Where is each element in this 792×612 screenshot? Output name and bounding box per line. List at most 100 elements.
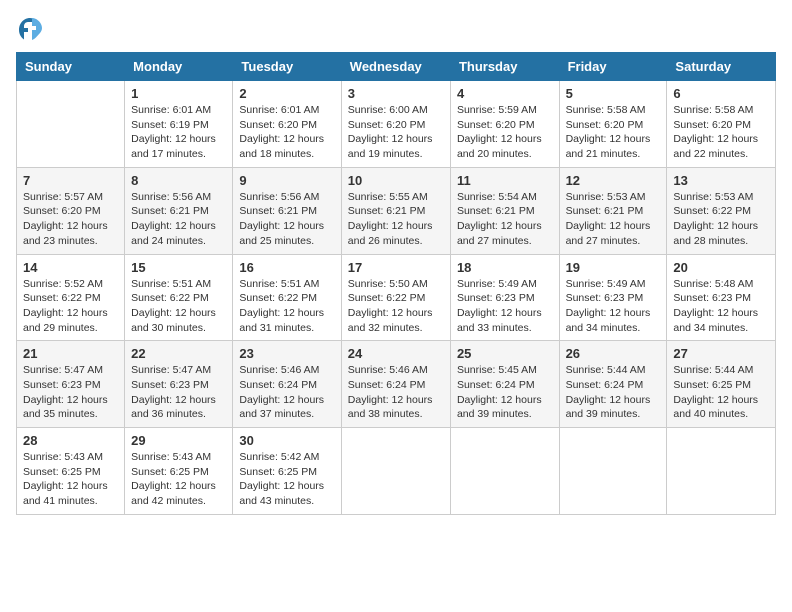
- day-cell: 17 Sunrise: 5:50 AM Sunset: 6:22 PM Dayli…: [341, 254, 450, 341]
- day-info: Sunrise: 5:43 AM Sunset: 6:25 PM Dayligh…: [131, 450, 226, 509]
- day-cell: 3Sunrise: 6:00 AM Sunset: 6:20 PM Daylig…: [341, 81, 450, 168]
- day-cell: 7 Sunrise: 5:57 AM Sunset: 6:20 PM Daylig…: [17, 167, 125, 254]
- day-number: 25: [457, 346, 553, 361]
- day-cell: 11 Sunrise: 5:54 AM Sunset: 6:21 PM Dayli…: [450, 167, 559, 254]
- day-cell: 2 Sunrise: 6:01 AM Sunset: 6:20 PM Daylig…: [233, 81, 341, 168]
- day-info: Sunrise: 5:57 AM Sunset: 6:20 PM Dayligh…: [23, 190, 118, 249]
- day-number: 15: [131, 260, 226, 275]
- day-number: 22: [131, 346, 226, 361]
- day-info: Sunrise: 6:01 AM Sunset: 6:20 PM Dayligh…: [239, 103, 334, 162]
- day-cell: [341, 428, 450, 515]
- day-number: 1: [131, 86, 226, 101]
- day-info: Sunrise: 5:49 AM Sunset: 6:23 PM Dayligh…: [457, 277, 553, 336]
- day-cell: 15 Sunrise: 5:51 AM Sunset: 6:22 PM Dayli…: [125, 254, 233, 341]
- day-info: Sunrise: 5:49 AM Sunset: 6:23 PM Dayligh…: [566, 277, 661, 336]
- day-cell: 10 Sunrise: 5:55 AM Sunset: 6:21 PM Dayli…: [341, 167, 450, 254]
- week-row-3: 21 Sunrise: 5:47 AM Sunset: 6:23 PM Dayli…: [17, 341, 776, 428]
- day-info: Sunrise: 5:52 AM Sunset: 6:22 PM Dayligh…: [23, 277, 118, 336]
- day-number: 14: [23, 260, 118, 275]
- day-number: 7: [23, 173, 118, 188]
- day-number: 9: [239, 173, 334, 188]
- day-number: 10: [348, 173, 444, 188]
- day-info: Sunrise: 5:46 AM Sunset: 6:24 PM Dayligh…: [348, 363, 444, 422]
- day-info: Sunrise: 5:51 AM Sunset: 6:22 PM Dayligh…: [131, 277, 226, 336]
- day-number: 18: [457, 260, 553, 275]
- day-number: 12: [566, 173, 661, 188]
- day-info: Sunrise: 5:47 AM Sunset: 6:23 PM Dayligh…: [23, 363, 118, 422]
- day-cell: 12 Sunrise: 5:53 AM Sunset: 6:21 PM Dayli…: [559, 167, 667, 254]
- day-info: Sunrise: 5:53 AM Sunset: 6:22 PM Dayligh…: [673, 190, 769, 249]
- day-number: 2: [239, 86, 334, 101]
- day-cell: 13 Sunrise: 5:53 AM Sunset: 6:22 PM Dayli…: [667, 167, 776, 254]
- calendar-table: SundayMondayTuesdayWednesdayThursdayFrid…: [16, 52, 776, 515]
- day-number: 13: [673, 173, 769, 188]
- day-number: 26: [566, 346, 661, 361]
- day-cell: [667, 428, 776, 515]
- page-header: [16, 16, 776, 44]
- logo: [16, 16, 48, 44]
- day-cell: 9 Sunrise: 5:56 AM Sunset: 6:21 PM Daylig…: [233, 167, 341, 254]
- day-cell: 20 Sunrise: 5:48 AM Sunset: 6:23 PM Dayli…: [667, 254, 776, 341]
- day-cell: 25 Sunrise: 5:45 AM Sunset: 6:24 PM Dayli…: [450, 341, 559, 428]
- day-cell: 19 Sunrise: 5:49 AM Sunset: 6:23 PM Dayli…: [559, 254, 667, 341]
- week-row-2: 14 Sunrise: 5:52 AM Sunset: 6:22 PM Dayli…: [17, 254, 776, 341]
- day-cell: 23Sunrise: 5:46 AM Sunset: 6:24 PM Dayli…: [233, 341, 341, 428]
- day-info: Sunrise: 6:01 AM Sunset: 6:19 PM Dayligh…: [131, 103, 226, 162]
- day-number: 11: [457, 173, 553, 188]
- day-number: 29: [131, 433, 226, 448]
- day-cell: [559, 428, 667, 515]
- logo-icon: [16, 16, 44, 44]
- week-row-4: 28 Sunrise: 5:43 AM Sunset: 6:25 PM Dayli…: [17, 428, 776, 515]
- day-info: Sunrise: 5:53 AM Sunset: 6:21 PM Dayligh…: [566, 190, 661, 249]
- day-number: 19: [566, 260, 661, 275]
- day-info: Sunrise: 5:59 AM Sunset: 6:20 PM Dayligh…: [457, 103, 553, 162]
- header-wednesday: Wednesday: [341, 53, 450, 81]
- day-info: Sunrise: 5:45 AM Sunset: 6:24 PM Dayligh…: [457, 363, 553, 422]
- day-info: Sunrise: 5:50 AM Sunset: 6:22 PM Dayligh…: [348, 277, 444, 336]
- header-friday: Friday: [559, 53, 667, 81]
- day-number: 17: [348, 260, 444, 275]
- day-cell: 21 Sunrise: 5:47 AM Sunset: 6:23 PM Dayli…: [17, 341, 125, 428]
- day-cell: 26 Sunrise: 5:44 AM Sunset: 6:24 PM Dayli…: [559, 341, 667, 428]
- day-info: Sunrise: 5:56 AM Sunset: 6:21 PM Dayligh…: [239, 190, 334, 249]
- day-number: 20: [673, 260, 769, 275]
- day-info: Sunrise: 5:42 AM Sunset: 6:25 PM Dayligh…: [239, 450, 334, 509]
- calendar-header-row: SundayMondayTuesdayWednesdayThursdayFrid…: [17, 53, 776, 81]
- day-number: 8: [131, 173, 226, 188]
- day-number: 21: [23, 346, 118, 361]
- header-tuesday: Tuesday: [233, 53, 341, 81]
- day-number: 24: [348, 346, 444, 361]
- day-number: 28: [23, 433, 118, 448]
- day-number: 4: [457, 86, 553, 101]
- day-cell: [17, 81, 125, 168]
- day-cell: 28Sunrise: 5:43 AM Sunset: 6:25 PM Dayli…: [17, 428, 125, 515]
- day-number: 27: [673, 346, 769, 361]
- day-number: 3: [348, 86, 444, 101]
- day-info: Sunrise: 5:55 AM Sunset: 6:21 PM Dayligh…: [348, 190, 444, 249]
- day-info: Sunrise: 5:54 AM Sunset: 6:21 PM Dayligh…: [457, 190, 553, 249]
- day-cell: 30 Sunrise: 5:42 AM Sunset: 6:25 PM Dayli…: [233, 428, 341, 515]
- day-cell: 4 Sunrise: 5:59 AM Sunset: 6:20 PM Daylig…: [450, 81, 559, 168]
- day-number: 5: [566, 86, 661, 101]
- day-cell: 27 Sunrise: 5:44 AM Sunset: 6:25 PM Dayli…: [667, 341, 776, 428]
- day-info: Sunrise: 5:48 AM Sunset: 6:23 PM Dayligh…: [673, 277, 769, 336]
- header-sunday: Sunday: [17, 53, 125, 81]
- day-cell: 22Sunrise: 5:47 AM Sunset: 6:23 PM Dayli…: [125, 341, 233, 428]
- day-info: Sunrise: 5:44 AM Sunset: 6:24 PM Dayligh…: [566, 363, 661, 422]
- day-cell: 6Sunrise: 5:58 AM Sunset: 6:20 PM Daylig…: [667, 81, 776, 168]
- day-cell: 14 Sunrise: 5:52 AM Sunset: 6:22 PM Dayli…: [17, 254, 125, 341]
- header-monday: Monday: [125, 53, 233, 81]
- day-cell: 8Sunrise: 5:56 AM Sunset: 6:21 PM Daylig…: [125, 167, 233, 254]
- day-info: Sunrise: 5:46 AM Sunset: 6:24 PM Dayligh…: [239, 363, 334, 422]
- day-cell: 24 Sunrise: 5:46 AM Sunset: 6:24 PM Dayli…: [341, 341, 450, 428]
- day-cell: 16Sunrise: 5:51 AM Sunset: 6:22 PM Dayli…: [233, 254, 341, 341]
- week-row-1: 7 Sunrise: 5:57 AM Sunset: 6:20 PM Daylig…: [17, 167, 776, 254]
- header-saturday: Saturday: [667, 53, 776, 81]
- day-info: Sunrise: 5:51 AM Sunset: 6:22 PM Dayligh…: [239, 277, 334, 336]
- day-number: 30: [239, 433, 334, 448]
- day-cell: 18 Sunrise: 5:49 AM Sunset: 6:23 PM Dayli…: [450, 254, 559, 341]
- day-cell: 5Sunrise: 5:58 AM Sunset: 6:20 PM Daylig…: [559, 81, 667, 168]
- day-info: Sunrise: 5:58 AM Sunset: 6:20 PM Dayligh…: [673, 103, 769, 162]
- day-cell: [450, 428, 559, 515]
- day-info: Sunrise: 5:44 AM Sunset: 6:25 PM Dayligh…: [673, 363, 769, 422]
